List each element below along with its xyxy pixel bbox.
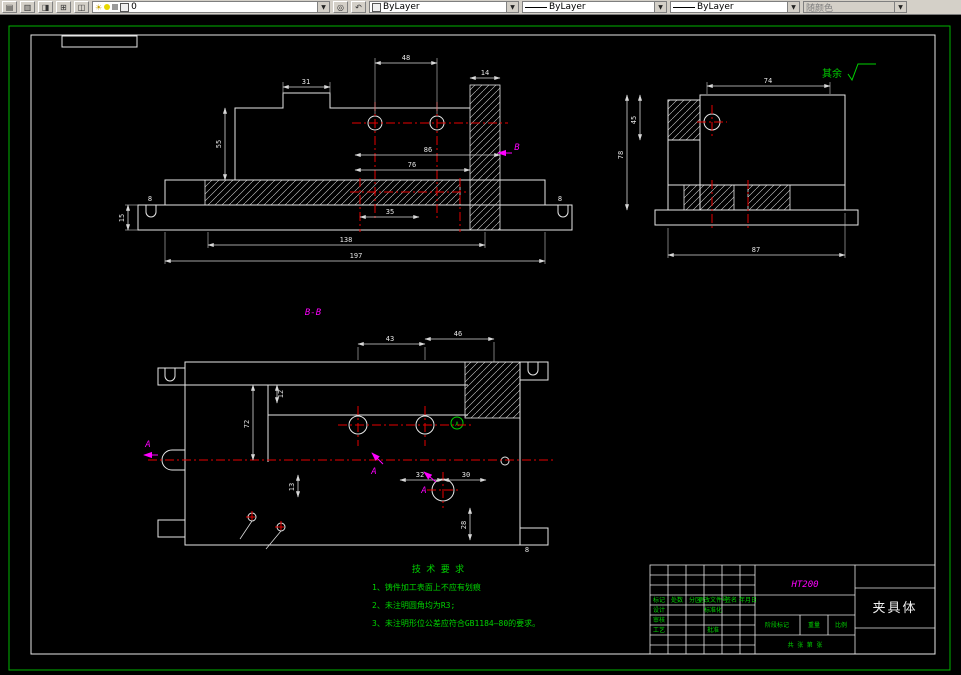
color-dropdown[interactable]: ByLayer ▼ bbox=[369, 1, 519, 13]
drawing-canvas[interactable]: 48 31 14 55 15 86 76 35 138 197 8 8 B 74… bbox=[0, 15, 961, 675]
dim-8-right: 8 bbox=[558, 195, 562, 203]
layer-color-swatch bbox=[120, 2, 130, 12]
layer-thaw-icon bbox=[104, 4, 111, 10]
dim-30: 30 bbox=[462, 471, 470, 479]
dim-55: 55 bbox=[215, 140, 223, 148]
color-value: ByLayer bbox=[383, 2, 420, 12]
dim-32: 32 bbox=[416, 471, 424, 479]
tb-label-standard: 标准化 bbox=[704, 606, 722, 614]
tech-req-item-3: 3、未注明形位公差应符合GB1184—80的要求。 bbox=[372, 618, 540, 628]
make-object-layer-current-button[interactable]: ◎ bbox=[333, 1, 348, 13]
plot-style-value: 随颜色 bbox=[806, 3, 834, 14]
tb-label-count: 处数 bbox=[671, 596, 683, 604]
dim-138: 138 bbox=[340, 236, 353, 244]
tb-label-sheets: 共 张 第 张 bbox=[788, 641, 823, 649]
layer-lock-icon bbox=[112, 4, 119, 10]
section-view: B-B A 43 46 72 12 13 32 30 28 8 A A A bbox=[143, 308, 556, 554]
layer-states-button[interactable]: ▥ bbox=[20, 1, 35, 13]
section-marker-b: B bbox=[514, 143, 520, 153]
dim-31: 31 bbox=[302, 78, 310, 86]
dim-86: 86 bbox=[424, 146, 432, 154]
tb-label-design: 设计 bbox=[653, 606, 665, 614]
tech-req-item-1: 1、铸件加工表面上不应有划痕 bbox=[372, 582, 481, 592]
tech-req-item-2: 2、未注明圆角均为R3; bbox=[372, 600, 455, 610]
dim-13: 13 bbox=[288, 483, 296, 491]
linetype-dropdown[interactable]: ByLayer ▼ bbox=[522, 1, 667, 13]
tb-label-stage: 阶段标记 bbox=[765, 621, 789, 629]
chevron-down-icon: ▼ bbox=[894, 2, 906, 12]
dim-197: 197 bbox=[350, 252, 363, 260]
linetype-value: ByLayer bbox=[549, 2, 586, 12]
object-properties-toolbar: ▤ ▥ ◨ ⊞ ◫ ☀ 0 ▼ ◎ ↶ ByLayer ▼ ByLayer ▼ … bbox=[0, 0, 961, 15]
tb-label-sign: 签名 bbox=[725, 596, 737, 604]
tb-label-date: 年月日 bbox=[739, 596, 757, 604]
dim-87: 87 bbox=[752, 246, 760, 254]
plot-style-dropdown: 随颜色 ▼ bbox=[803, 1, 907, 14]
linetype-sample-icon bbox=[525, 6, 547, 8]
layer-off-button[interactable]: ◫ bbox=[74, 1, 89, 13]
dim-43: 43 bbox=[386, 335, 394, 343]
section-marker-a3: A bbox=[420, 486, 426, 496]
dim-15: 15 bbox=[118, 214, 126, 222]
part-name: 夹具体 bbox=[872, 601, 917, 616]
dim-48: 48 bbox=[402, 54, 410, 62]
dim-8: 8 bbox=[525, 546, 529, 554]
dim-74: 74 bbox=[764, 77, 772, 85]
tb-label-weight: 重量 bbox=[808, 621, 820, 629]
current-color-swatch bbox=[372, 2, 381, 12]
dim-76: 76 bbox=[408, 161, 416, 169]
layer-value: 0 bbox=[131, 2, 137, 12]
tb-label-check: 审核 bbox=[653, 616, 665, 624]
roughness-symbol-icon bbox=[847, 63, 876, 82]
layer-previous-button[interactable]: ↶ bbox=[351, 1, 366, 13]
layer-freeze-button[interactable]: ⊞ bbox=[56, 1, 71, 13]
lineweight-value: ByLayer bbox=[697, 2, 734, 12]
surface-finish-note: 其余 bbox=[822, 63, 876, 82]
tech-req-title: 技 术 要 求 bbox=[412, 563, 464, 575]
layer-dropdown[interactable]: ☀ 0 ▼ bbox=[92, 1, 330, 13]
section-label: B-B bbox=[305, 308, 322, 318]
title-block: HT200 夹具体 标记 处数 分区 更改文件号 签名 年月日 设计 标准化 审… bbox=[649, 564, 936, 655]
tb-label-mark: 标记 bbox=[653, 596, 665, 604]
front-view: 48 31 14 55 15 86 76 35 138 197 8 8 B bbox=[118, 54, 573, 264]
chevron-down-icon[interactable]: ▼ bbox=[506, 2, 518, 12]
dim-8-left: 8 bbox=[148, 195, 152, 203]
chevron-down-icon[interactable]: ▼ bbox=[787, 2, 799, 12]
surface-note-text: 其余 bbox=[822, 67, 842, 80]
tech-requirements: 技 术 要 求 1、铸件加工表面上不应有划痕 2、未注明圆角均为R3; 3、未注… bbox=[372, 563, 540, 628]
chevron-down-icon[interactable]: ▼ bbox=[654, 2, 666, 12]
dim-78: 78 bbox=[617, 151, 625, 159]
dim-72: 72 bbox=[243, 420, 251, 428]
side-view: 74 87 45 78 bbox=[617, 77, 859, 258]
tb-label-process: 工艺 bbox=[653, 626, 665, 634]
dim-45: 45 bbox=[630, 116, 638, 124]
tb-label-scale: 比例 bbox=[835, 621, 847, 629]
layer-properties-manager-button[interactable]: ▤ bbox=[2, 1, 17, 13]
section-marker-a1: A bbox=[144, 440, 150, 450]
dim-12: 12 bbox=[277, 390, 285, 398]
tb-label-approve: 批准 bbox=[707, 626, 719, 634]
dim-28: 28 bbox=[460, 521, 468, 529]
dim-46: 46 bbox=[454, 330, 462, 338]
dim-14: 14 bbox=[481, 69, 489, 77]
layer-isolate-button[interactable]: ◨ bbox=[38, 1, 53, 13]
autocad-window: ▤ ▥ ◨ ⊞ ◫ ☀ 0 ▼ ◎ ↶ ByLayer ▼ ByLayer ▼ … bbox=[0, 0, 961, 675]
layer-on-icon: ☀ bbox=[95, 2, 103, 12]
lineweight-sample-icon bbox=[673, 6, 695, 8]
dim-35: 35 bbox=[386, 208, 394, 216]
lineweight-dropdown[interactable]: ByLayer ▼ bbox=[670, 1, 800, 13]
material-value: HT200 bbox=[790, 580, 818, 590]
chevron-down-icon[interactable]: ▼ bbox=[317, 2, 329, 12]
section-marker-a2: A bbox=[370, 467, 376, 477]
tb-label-change-no: 更改文件号 bbox=[698, 596, 728, 604]
